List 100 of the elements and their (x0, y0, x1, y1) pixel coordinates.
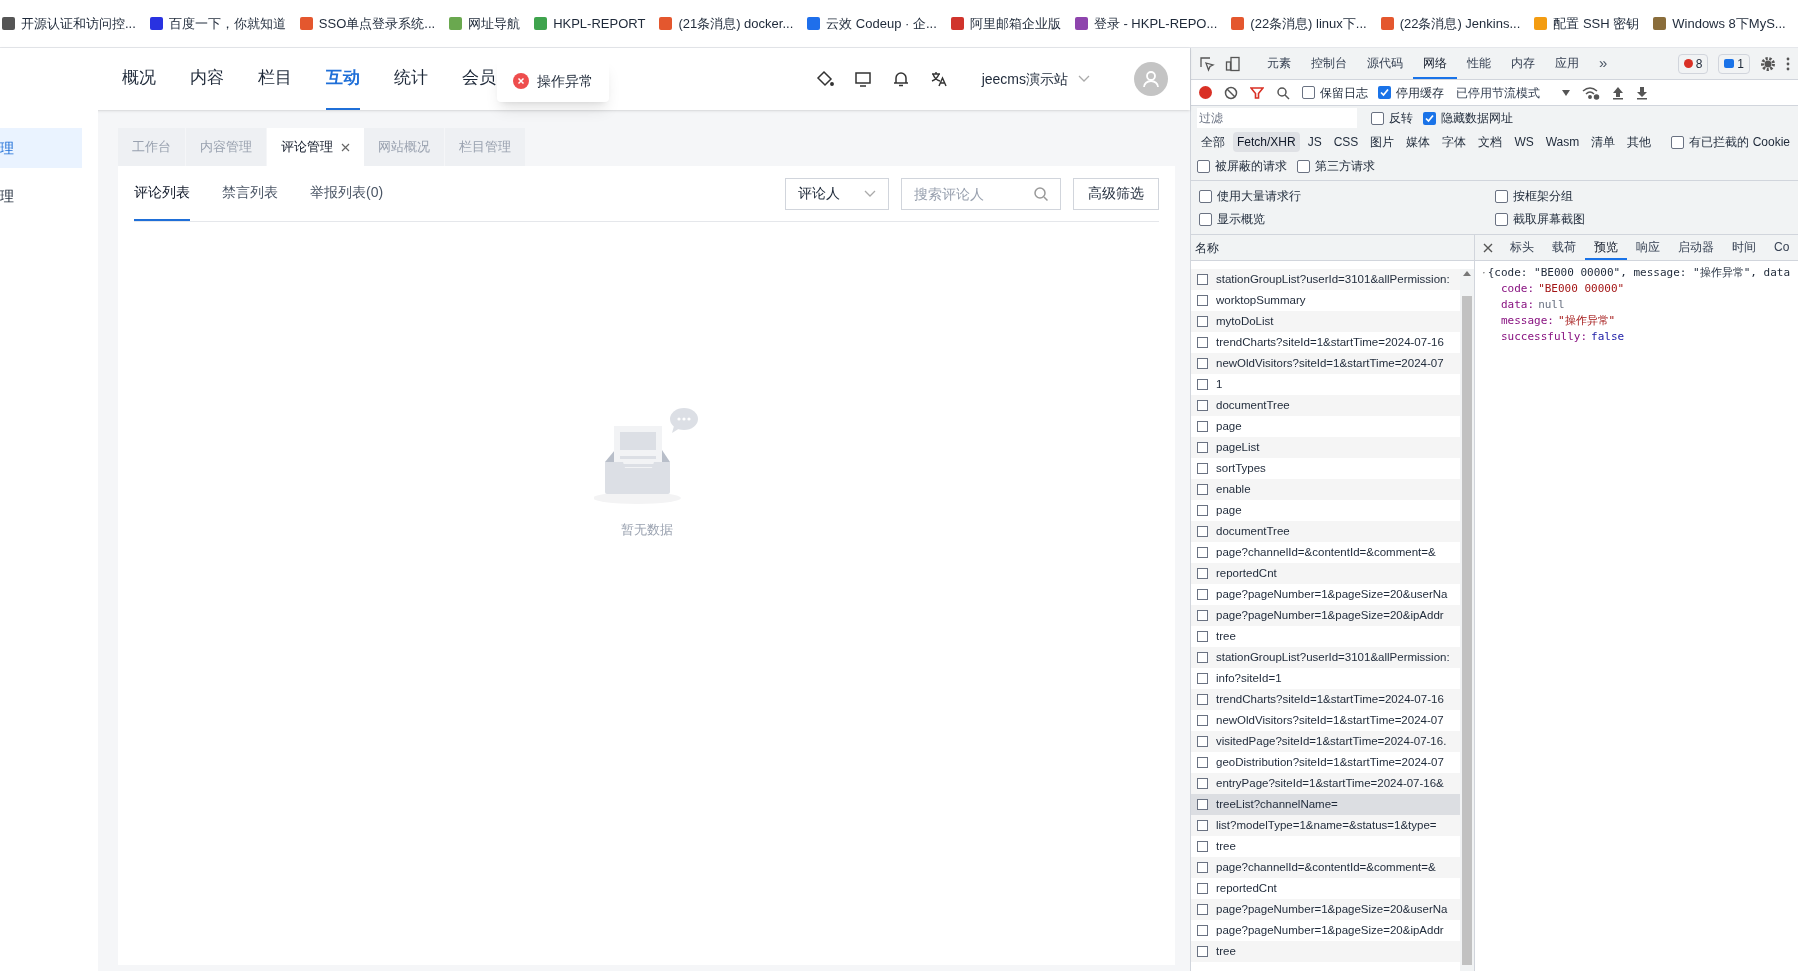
checkbox-label[interactable]: 停用缓存 (1396, 83, 1444, 102)
more-menu-icon[interactable] (1786, 56, 1790, 71)
close-icon[interactable] (1483, 242, 1493, 253)
bookmark[interactable]: 开源认证和访问控... (2, 13, 136, 34)
type-filter[interactable]: Fetch/XHR (1233, 132, 1300, 152)
request-row[interactable]: page?channelId=&contentId=&comment=& (1191, 857, 1460, 878)
devtools-tab[interactable]: 元素 (1257, 48, 1301, 79)
checkbox-label[interactable]: 第三方请求 (1315, 157, 1375, 175)
checkbox-label[interactable]: 按框架分组 (1512, 187, 1573, 205)
checkbox-label[interactable]: 截取屏幕截图 (1512, 210, 1585, 228)
type-filter[interactable]: JS (1303, 132, 1326, 152)
error-count-badge[interactable]: 8 (1677, 53, 1709, 74)
nav-tab[interactable]: 概况 (122, 48, 156, 110)
bookmark[interactable]: 登录 - HKPL-REPO... (1074, 13, 1218, 34)
scrollbar[interactable] (1460, 269, 1474, 971)
advanced-filter-button[interactable]: 高级筛选 (1073, 177, 1159, 210)
checkbox-label[interactable]: 保留日志 (1320, 83, 1368, 102)
request-row[interactable]: mytoDoList (1191, 311, 1460, 332)
throttle-dropdown[interactable]: 已停用节流模式 (1456, 83, 1570, 102)
request-row[interactable]: documentTree (1191, 395, 1460, 416)
devtools-tab[interactable]: 控制台 (1301, 48, 1357, 79)
checkbox-label[interactable]: 反转 (1389, 109, 1413, 127)
checkbox-label[interactable]: 隐藏数据网址 (1441, 109, 1513, 127)
nav-tab[interactable]: 会员 (462, 48, 496, 110)
search-field[interactable]: 搜索评论人 (901, 177, 1061, 210)
wifi-settings-icon[interactable] (1582, 85, 1600, 100)
bookmark[interactable]: 配置 SSH 密钥 (1534, 13, 1640, 34)
checkbox[interactable] (1494, 189, 1508, 203)
bookmark[interactable]: SSO单点登录系统... (299, 13, 436, 34)
checkbox[interactable] (1302, 86, 1315, 99)
upload-icon[interactable] (1612, 85, 1624, 100)
nav-tab[interactable]: 互动 (326, 48, 360, 110)
type-filter[interactable]: CSS (1329, 132, 1363, 152)
devtools-tab[interactable]: 内存 (1501, 48, 1545, 79)
checkbox-label[interactable]: 有已拦截的 Cookie (1689, 133, 1790, 151)
download-icon[interactable] (1636, 85, 1648, 100)
checkbox[interactable] (1371, 111, 1384, 125)
request-row[interactable]: entryPage?siteId=1&startTime=2024-07-16& (1191, 773, 1460, 794)
search-icon[interactable] (1276, 85, 1290, 100)
detail-tab[interactable]: 时间 (1723, 235, 1765, 260)
checkbox[interactable] (1297, 159, 1310, 173)
filter-dropdown[interactable]: 评论人 (785, 177, 889, 210)
bookmark[interactable]: 网址导航 (449, 13, 521, 34)
detail-tab[interactable]: 标头 (1501, 235, 1543, 260)
type-filter[interactable]: 媒体 (1402, 132, 1435, 152)
more-tabs-icon[interactable]: » (1599, 52, 1608, 75)
checkbox-label[interactable]: 使用大量请求行 (1217, 187, 1301, 205)
checkbox[interactable] (1197, 159, 1210, 173)
bookmark[interactable]: (22条消息) linux下... (1231, 13, 1367, 34)
type-filter[interactable]: WS (1510, 132, 1538, 152)
devtools-tab[interactable]: 性能 (1457, 48, 1501, 79)
type-filter[interactable]: 其他 (1623, 132, 1656, 152)
request-row[interactable]: newOldVisitors?siteId=1&startTime=2024-07 (1191, 353, 1460, 374)
type-filter[interactable]: 全部 (1197, 132, 1229, 152)
checkbox[interactable] (1199, 189, 1212, 203)
request-row[interactable]: documentTree (1191, 521, 1460, 542)
request-row[interactable]: reportedCnt (1191, 563, 1460, 584)
bookmark[interactable]: (21条消息) docker... (659, 13, 794, 34)
device-icon[interactable] (1225, 55, 1241, 72)
type-filter[interactable]: 图片 (1366, 132, 1399, 152)
checkbox[interactable] (1199, 212, 1212, 226)
detail-tab[interactable]: 启动器 (1669, 235, 1723, 260)
nav-tab[interactable]: 栏目 (258, 48, 292, 110)
bookmark[interactable]: Windows 8下MyS... (1653, 13, 1786, 34)
checkbox-label[interactable]: 显示概览 (1217, 210, 1265, 228)
devtools-tab[interactable]: 网络 (1413, 48, 1457, 79)
bookmark[interactable]: HKPL-REPORT (534, 13, 646, 34)
request-row[interactable]: stationGroupList?userId=3101&allPermission: (1191, 269, 1460, 290)
site-selector[interactable]: jeecms演示站 (981, 68, 1090, 90)
request-row[interactable]: enable (1191, 479, 1460, 500)
checkbox[interactable] (1494, 212, 1508, 226)
close-icon[interactable] (341, 142, 350, 152)
settings-icon[interactable] (1760, 55, 1776, 72)
request-row[interactable]: treeList?channelName= (1191, 794, 1460, 815)
nav-tab[interactable]: 统计 (394, 48, 428, 110)
checkbox[interactable] (1378, 86, 1391, 99)
request-row[interactable]: trendCharts?siteId=1&startTime=2024-07-16 (1191, 689, 1460, 710)
detail-tab[interactable]: Co (1765, 235, 1798, 260)
paint-bucket-icon[interactable] (815, 70, 834, 88)
inspect-icon[interactable] (1199, 55, 1215, 72)
sidebar-item[interactable]: 理 (0, 176, 98, 216)
detail-tab[interactable]: 载荷 (1543, 235, 1585, 260)
bell-icon[interactable] (891, 70, 910, 88)
devtools-tab[interactable]: 源代码 (1357, 48, 1413, 79)
monitor-icon[interactable] (853, 70, 872, 88)
detail-tab[interactable]: 预览 (1585, 235, 1627, 260)
filter-icon[interactable] (1250, 85, 1264, 100)
type-filter[interactable]: Wasm (1541, 132, 1584, 152)
sidebar-item[interactable]: 理 (0, 128, 82, 168)
clear-icon[interactable] (1224, 85, 1238, 100)
detail-tab[interactable]: 响应 (1627, 235, 1669, 260)
message-count-badge[interactable]: 1 (1718, 53, 1750, 74)
devtools-tab[interactable]: 应用 (1545, 48, 1589, 79)
bookmark[interactable]: 云效 Codeup · 企... (807, 13, 937, 34)
request-row[interactable]: page?pageNumber=1&pageSize=20&userNa (1191, 899, 1460, 920)
request-row[interactable]: stationGroupList?userId=3101&allPermission: (1191, 647, 1460, 668)
checkbox[interactable] (1423, 111, 1436, 125)
checkbox-label[interactable]: 被屏蔽的请求 (1215, 157, 1287, 175)
filter-field[interactable]: 过滤 (1197, 108, 1357, 128)
list-tab[interactable]: 禁言列表 (222, 166, 278, 221)
